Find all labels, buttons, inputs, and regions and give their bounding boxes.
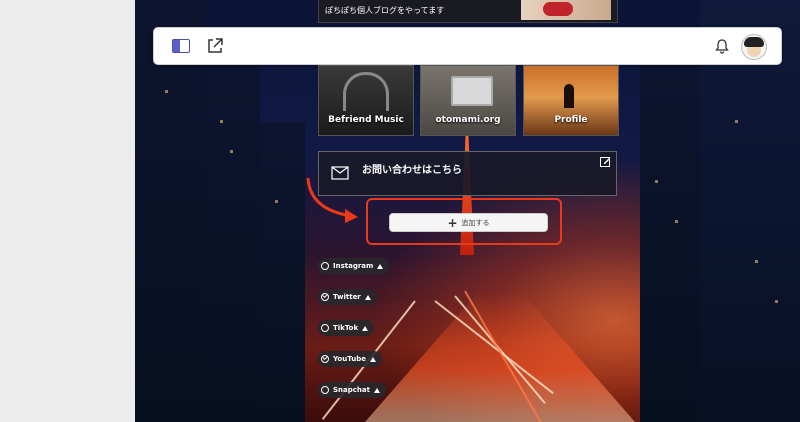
social-label: TikTok bbox=[333, 324, 359, 332]
tile-label: Befriend Music bbox=[328, 115, 404, 125]
link-tile-profile[interactable]: Profile bbox=[523, 65, 619, 136]
editor-toolbar bbox=[153, 27, 782, 65]
bell-icon[interactable] bbox=[714, 38, 730, 54]
check-circle-icon bbox=[321, 293, 329, 301]
avatar[interactable] bbox=[741, 34, 767, 60]
annotation-arrow bbox=[306, 177, 358, 223]
radio-icon bbox=[321, 324, 329, 332]
social-link-snapchat[interactable]: Snapchat bbox=[318, 382, 386, 398]
caret-up-icon bbox=[369, 356, 376, 362]
check-circle-icon bbox=[321, 355, 329, 363]
social-label: Instagram bbox=[333, 262, 374, 270]
social-link-tiktok[interactable]: TikTok bbox=[318, 320, 375, 336]
sidebar-toggle-icon[interactable] bbox=[172, 39, 190, 53]
caret-up-icon bbox=[373, 387, 380, 393]
caret-up-icon bbox=[377, 263, 384, 269]
link-tile-otomami[interactable]: otomami.org bbox=[420, 65, 516, 136]
social-label: Twitter bbox=[333, 293, 361, 301]
radio-icon bbox=[321, 262, 329, 270]
social-link-instagram[interactable]: Instagram bbox=[318, 258, 390, 274]
blog-card-image bbox=[521, 0, 611, 20]
caret-up-icon bbox=[364, 294, 371, 300]
social-label: Snapchat bbox=[333, 386, 370, 394]
caret-up-icon bbox=[362, 325, 369, 331]
left-editor-pane bbox=[0, 0, 136, 422]
radio-icon bbox=[321, 386, 329, 394]
social-link-youtube[interactable]: YouTube bbox=[318, 351, 382, 367]
social-link-twitter[interactable]: Twitter bbox=[318, 289, 377, 305]
edit-icon[interactable] bbox=[600, 156, 611, 167]
tile-label: Profile bbox=[554, 115, 588, 125]
add-button-label: 追加する bbox=[461, 218, 490, 227]
link-tile-befriend-music[interactable]: Befriend Music bbox=[318, 65, 414, 136]
contact-label: お問い合わせはこちら bbox=[362, 165, 462, 176]
plus-icon: + bbox=[447, 215, 458, 230]
blog-card[interactable]: ぽちぽち個人ブログをやってます bbox=[318, 0, 618, 23]
blog-card-text: ぽちぽち個人ブログをやってます bbox=[325, 6, 445, 15]
external-link-icon[interactable] bbox=[206, 37, 224, 55]
add-link-button[interactable]: + 追加する bbox=[389, 213, 548, 232]
social-label: YouTube bbox=[333, 355, 366, 363]
tile-label: otomami.org bbox=[435, 115, 501, 125]
